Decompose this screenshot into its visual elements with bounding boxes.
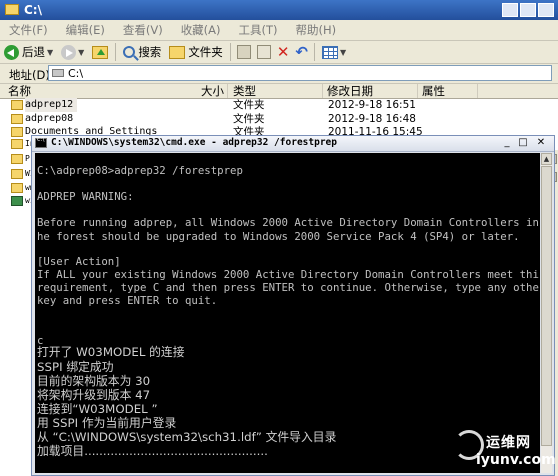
scroll-up-icon[interactable]: ▲ (541, 153, 552, 165)
console-line: SSPI 绑定成功 (37, 360, 114, 374)
console-line: 加载项目....................................… (37, 444, 268, 458)
search-icon (123, 46, 136, 58)
cmd-title: C:\WINDOWS\system32\cmd.exe - adprep32 /… (51, 137, 337, 148)
back-label: 后退 (22, 45, 45, 59)
menu-bar: 文件(F) 编辑(E) 查看(V) 收藏(A) 工具(T) 帮助(H) (0, 20, 558, 41)
folder-icon (11, 114, 23, 124)
list-item[interactable]: adprep12 文件夹 2012-9-18 16:51 (0, 98, 558, 112)
toolbar-separator (229, 43, 231, 61)
chevron-down-icon[interactable]: ▼ (47, 48, 53, 57)
chevron-down-icon[interactable]: ▼ (78, 48, 84, 57)
undo-icon[interactable]: ↶ (295, 43, 308, 61)
console-line: Before running adprep, all Windows 2000 … (37, 216, 540, 229)
cmd-window[interactable]: C:\WINDOWS\system32\cmd.exe - adprep32 /… (31, 135, 555, 476)
chevron-down-icon[interactable]: ▼ (340, 48, 346, 57)
watermark-logo: 运维网 iyunv.com (448, 428, 556, 474)
folder-icon (5, 4, 19, 15)
back-button[interactable]: 后退 ▼ (0, 42, 57, 62)
address-input[interactable]: C:\ (48, 65, 552, 81)
column-modified[interactable]: 修改日期 (323, 84, 418, 98)
up-folder-button[interactable] (88, 42, 112, 62)
close-button[interactable] (538, 3, 554, 17)
file-type: 文件夹 (233, 99, 265, 111)
move-to-icon[interactable] (236, 45, 251, 59)
console-line: 将架构升级到版本 47 (37, 388, 151, 402)
console-line: key and press ENTER to quit. (37, 294, 218, 307)
toolbar-separator (313, 43, 315, 61)
menu-edit[interactable]: 编辑(E) (57, 22, 114, 38)
maximize-button[interactable]: □ (516, 137, 530, 149)
console-line: requirement, type C and then press ENTER… (37, 281, 540, 294)
console-line: 用 SSPI 作为当前用户登录 (37, 416, 177, 430)
list-header: 名称 大小 类型 修改日期 属性 (0, 84, 558, 99)
minimize-button[interactable]: _ (500, 137, 514, 149)
close-button[interactable]: ✕ (534, 137, 548, 149)
window-controls (502, 3, 554, 17)
menu-view[interactable]: 查看(V) (114, 22, 172, 38)
folders-button[interactable]: 文件夹 (165, 42, 227, 62)
scroll-thumb[interactable] (541, 166, 552, 446)
menu-help[interactable]: 帮助(H) (287, 22, 346, 38)
menu-tools[interactable]: 工具(T) (230, 22, 287, 38)
copy-to-icon[interactable] (256, 45, 271, 59)
forward-arrow-icon (61, 44, 77, 60)
console-line: 连接到“W03MODEL ” (37, 402, 158, 416)
menu-favorites[interactable]: 收藏(A) (172, 22, 230, 38)
folder-icon[interactable] (11, 169, 23, 179)
column-name[interactable]: 名称 (0, 84, 228, 98)
console-line: he forest should be upgraded to Windows … (37, 230, 520, 243)
folders-label: 文件夹 (188, 45, 223, 59)
views-button[interactable]: ▼ (318, 42, 350, 62)
search-button[interactable]: 搜索 (119, 42, 165, 62)
folders-icon (169, 45, 186, 59)
window-title: C:\ (24, 3, 42, 17)
file-icon[interactable] (11, 196, 23, 206)
folder-icon[interactable] (11, 154, 23, 164)
console-line: 打开了 W03MODEL 的连接 (37, 345, 185, 359)
cmd-titlebar[interactable]: C:\WINDOWS\system32\cmd.exe - adprep32 /… (32, 136, 554, 152)
console-line: C:\adprep08>adprep32 /forestprep (37, 164, 243, 177)
folder-icon[interactable] (11, 139, 23, 149)
views-icon (321, 45, 338, 59)
back-arrow-icon (4, 44, 19, 60)
watermark-text: 运维网 (486, 435, 531, 451)
maximize-button[interactable] (520, 3, 536, 17)
file-modified: 2012-9-18 16:51 (328, 99, 416, 111)
folder-up-icon (92, 45, 109, 59)
menu-file[interactable]: 文件(F) (0, 22, 57, 38)
console-line: 从 “C:\WINDOWS\system32\sch31.ldf” 文件导入目录 (37, 430, 337, 444)
drive-icon (52, 69, 64, 77)
forward-button[interactable]: ▼ (57, 42, 88, 62)
delete-icon[interactable]: ✕ (277, 43, 290, 61)
file-modified: 2012-9-18 16:48 (328, 113, 416, 125)
address-bar: 地址(D) C:\ (0, 64, 558, 84)
column-type[interactable]: 类型 (229, 84, 323, 98)
watermark-url: iyunv.com (476, 452, 556, 468)
console-line: If ALL your existing Windows 2000 Active… (37, 268, 540, 281)
list-item[interactable]: adprep08 文件夹 2012-9-18 16:48 (0, 112, 558, 126)
search-label: 搜索 (138, 45, 162, 59)
toolbar-separator (115, 43, 117, 61)
console-line: ADPREP WARNING: (37, 190, 134, 203)
minimize-button[interactable] (502, 3, 518, 17)
folder-icon (11, 127, 23, 137)
address-label: 地址(D) (9, 68, 50, 82)
terminal-icon (35, 136, 47, 148)
file-name: adprep12 (25, 98, 78, 112)
folder-icon (11, 100, 23, 110)
file-name: adprep08 (25, 113, 74, 124)
column-size[interactable]: 大小 (201, 84, 224, 98)
folder-icon[interactable] (11, 183, 23, 193)
address-value: C:\ (68, 67, 84, 80)
console-line: [User Action] (37, 255, 121, 268)
file-type: 文件夹 (233, 113, 265, 125)
column-attributes[interactable]: 属性 (418, 84, 478, 98)
toolbar: 后退 ▼ ▼ 搜索 文件夹 ✕ ↶ ▼ (0, 41, 558, 64)
explorer-titlebar[interactable]: C:\ (0, 0, 558, 20)
console-output[interactable]: C:\adprep08>adprep32 /forestprep ADPREP … (35, 153, 540, 473)
cmd-scrollbar[interactable]: ▲ (541, 153, 552, 473)
console-line: 目前的架构版本为 30 (37, 374, 151, 388)
